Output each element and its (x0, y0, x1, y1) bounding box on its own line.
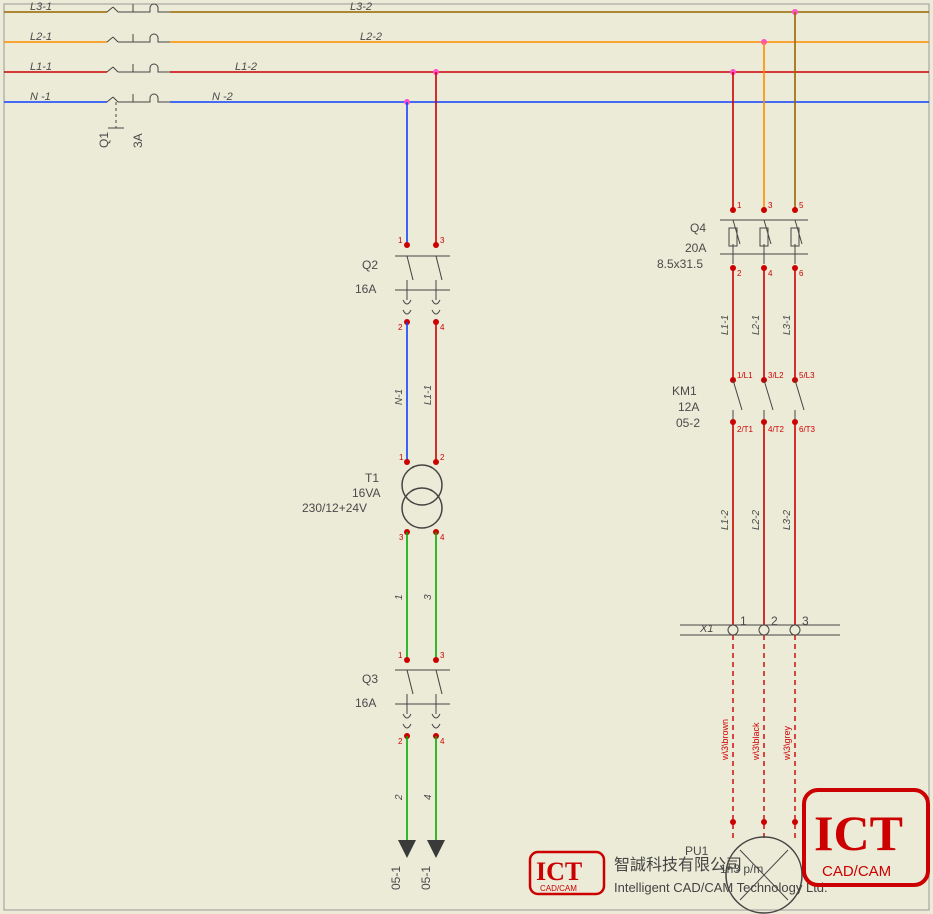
svg-text:3: 3 (768, 201, 773, 210)
svg-text:L2-1: L2-1 (751, 315, 762, 335)
component-Q3: 1 3 2 4 Q3 16A (355, 651, 450, 746)
bus-L1-2-label: L1-2 (235, 61, 257, 73)
Q2-rating: 16A (355, 282, 376, 296)
arrow-icon (427, 840, 445, 858)
component-Q2: 1 3 2 4 Q2 16A (355, 236, 450, 332)
svg-text:6/T3: 6/T3 (799, 425, 816, 434)
svg-text:ICT: ICT (536, 857, 582, 886)
svg-text:L3-2: L3-2 (782, 510, 793, 530)
svg-text:2: 2 (771, 614, 778, 628)
svg-text:ICT: ICT (814, 805, 903, 861)
svg-text:CAD/CAM: CAD/CAM (822, 863, 891, 880)
svg-text:N-1: N-1 (394, 389, 405, 405)
svg-text:4/T2: 4/T2 (768, 425, 785, 434)
svg-text:1: 1 (737, 201, 742, 210)
svg-text:2: 2 (440, 453, 445, 462)
svg-text:2: 2 (394, 794, 405, 801)
component-Q4: 1 3 5 2 4 6 Q4 20A 8.5x31.5 (657, 201, 808, 278)
component-X1: X1 1 2 3 (680, 614, 840, 635)
svg-text:4: 4 (768, 269, 773, 278)
T1-rating: 16VA (352, 486, 380, 500)
svg-text:4: 4 (440, 533, 445, 542)
svg-text:w\3\grey: w\3\grey (782, 725, 792, 761)
component-PU1: PU1 1n3 p/m (685, 837, 802, 913)
svg-text:4: 4 (423, 794, 434, 800)
svg-text:1: 1 (398, 651, 403, 660)
power-bus: L3-1 L3-2 L2-1 L2-2 L1-1 L1-2 N - (4, 1, 929, 148)
svg-text:5/L3: 5/L3 (799, 371, 815, 380)
logo-watermark: ICT CAD/CAM 智誠科技有限公司 Intelligent CAD/CAM… (530, 790, 928, 895)
svg-text:1/L1: 1/L1 (737, 371, 753, 380)
svg-text:w\3\black: w\3\black (751, 722, 761, 761)
svg-text:L1-1: L1-1 (720, 315, 731, 335)
KM1-rating: 12A (678, 400, 699, 414)
arrow-icon (398, 840, 416, 858)
svg-text:3: 3 (440, 651, 445, 660)
svg-text:3: 3 (399, 533, 404, 542)
svg-text:L3-1: L3-1 (782, 315, 793, 335)
svg-text:L1-2: L1-2 (720, 510, 731, 530)
svg-text:1: 1 (398, 236, 403, 245)
T1-voltage: 230/12+24V (302, 501, 367, 515)
svg-text:1: 1 (740, 614, 747, 628)
X1-ref: X1 (699, 623, 713, 635)
svg-text:L1-1: L1-1 (423, 385, 434, 405)
Q3-rating: 16A (355, 696, 376, 710)
bus-L3-1-label: L3-1 (30, 1, 52, 13)
svg-text:w\3\brown: w\3\brown (720, 719, 730, 761)
svg-text:CAD/CAM: CAD/CAM (540, 884, 577, 893)
bus-L2-2-label: L2-2 (360, 31, 382, 43)
T1-ref: T1 (365, 471, 379, 485)
svg-text:05-1: 05-1 (419, 866, 433, 890)
svg-text:4: 4 (440, 323, 445, 332)
KM1-xref: 05-2 (676, 416, 700, 430)
component-KM1: 1/L1 3/L2 5/L3 2/T1 4/T2 6/T3 KM1 12A 05… (672, 371, 816, 434)
svg-text:智誠科技有限公司: 智誠科技有限公司 (614, 856, 742, 874)
Q4-rating: 20A (685, 241, 706, 255)
svg-text:2/T1: 2/T1 (737, 425, 754, 434)
bus-N-2-label: N -2 (212, 91, 233, 103)
bus-L1-1-label: L1-1 (30, 61, 52, 73)
svg-text:2: 2 (737, 269, 742, 278)
svg-text:1: 1 (394, 594, 405, 600)
Q4-ref: Q4 (690, 221, 706, 235)
electrical-schematic: L3-1 L3-2 L2-1 L2-2 L1-1 L1-2 N - (0, 0, 933, 914)
svg-text:3: 3 (802, 614, 809, 628)
Q1-ref: Q1 (97, 132, 111, 148)
svg-text:3: 3 (423, 594, 434, 600)
svg-text:3: 3 (440, 236, 445, 245)
Q1-rating: 3A (131, 133, 145, 148)
svg-text:5: 5 (799, 201, 804, 210)
svg-text:2: 2 (398, 737, 403, 746)
bus-L2-1-label: L2-1 (30, 31, 52, 43)
bus-L3-2-label: L3-2 (350, 1, 372, 13)
svg-text:3/L2: 3/L2 (768, 371, 784, 380)
svg-text:2: 2 (398, 323, 403, 332)
svg-text:05-1: 05-1 (389, 866, 403, 890)
svg-text:6: 6 (799, 269, 804, 278)
svg-text:4: 4 (440, 737, 445, 746)
svg-text:1: 1 (399, 453, 404, 462)
svg-text:Intelligent CAD/CAM Technology: Intelligent CAD/CAM Technology Ltd. (614, 880, 828, 895)
Q2-ref: Q2 (362, 258, 378, 272)
bus-N-1-label: N -1 (30, 91, 51, 103)
Q3-ref: Q3 (362, 672, 378, 686)
component-T1: 1 2 3 4 T1 16VA 230/12+24V (302, 453, 445, 542)
Q4-size: 8.5x31.5 (657, 257, 703, 271)
svg-text:L2-2: L2-2 (751, 510, 762, 530)
KM1-ref: KM1 (672, 384, 697, 398)
PU1-ref: PU1 (685, 844, 709, 858)
